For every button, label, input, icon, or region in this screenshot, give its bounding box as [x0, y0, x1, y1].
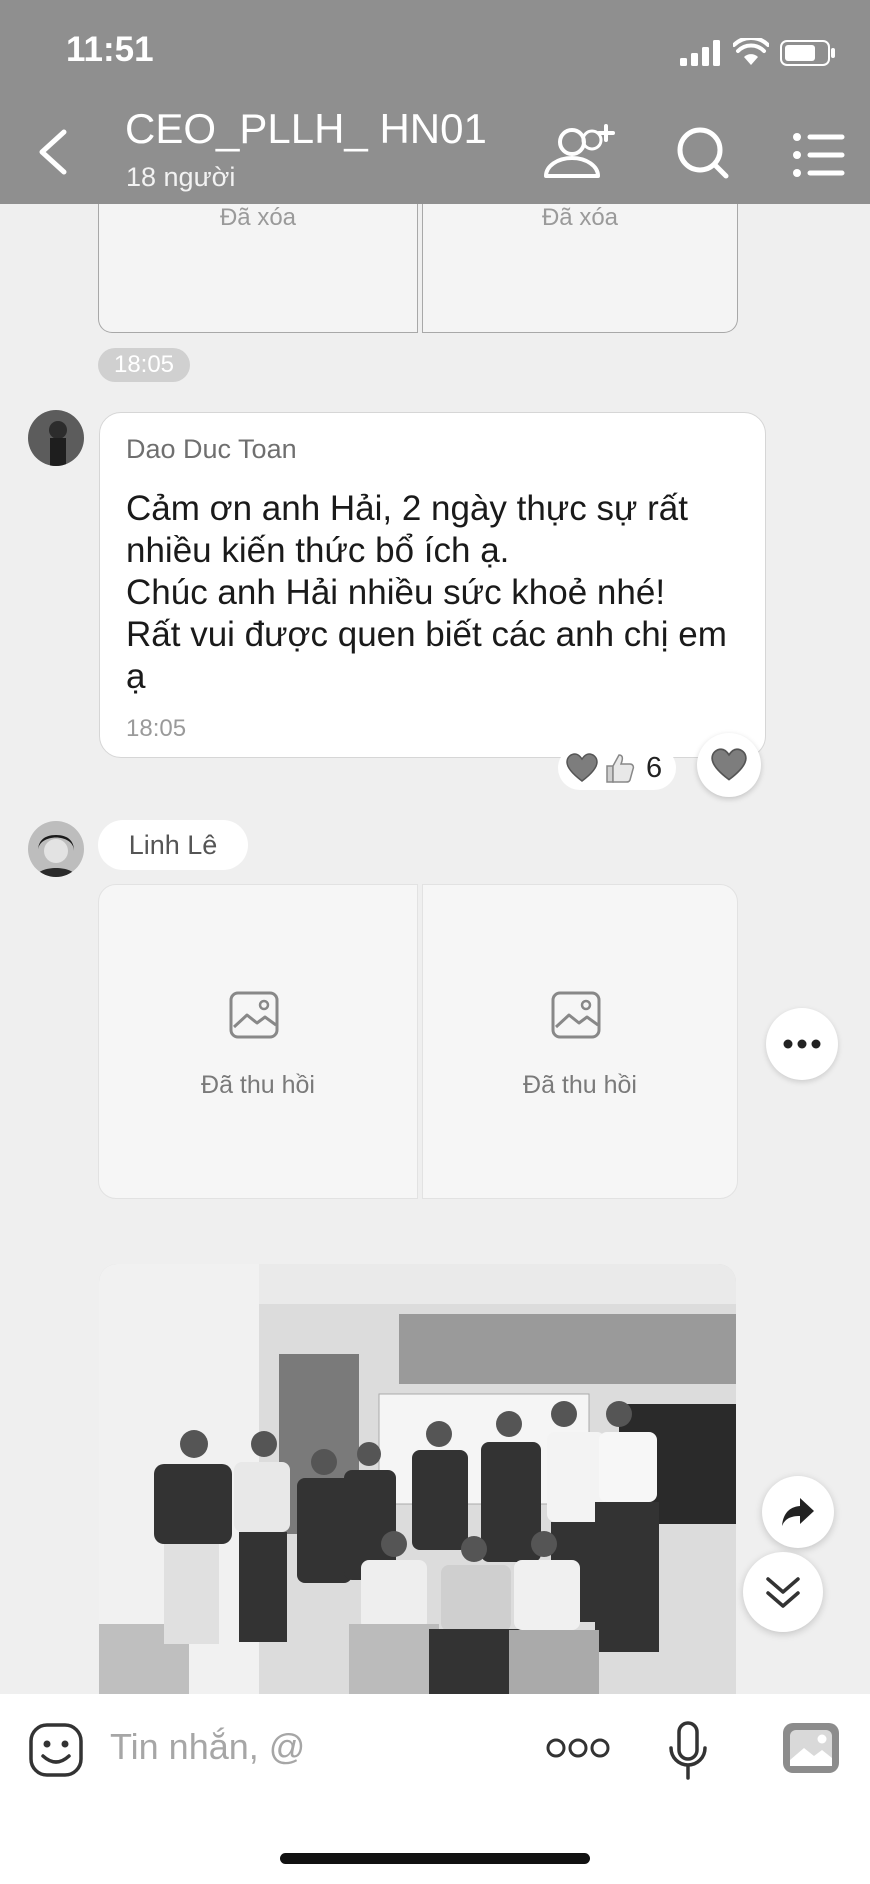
- heart-reaction-icon: [566, 753, 598, 782]
- sender-avatar[interactable]: [28, 410, 84, 466]
- wifi-icon: [733, 38, 769, 65]
- heart-icon: [711, 748, 747, 781]
- home-indicator: [280, 1853, 590, 1864]
- menu-button[interactable]: [780, 120, 860, 190]
- more-icon: [783, 1039, 821, 1049]
- sticker-button[interactable]: [28, 1722, 84, 1778]
- scroll-to-bottom-button[interactable]: [743, 1552, 823, 1632]
- time-separator: 18:05: [98, 348, 190, 382]
- more-tools-button[interactable]: [545, 1736, 611, 1760]
- recalled-label: Đã thu hồi: [523, 1071, 637, 1099]
- double-chevron-down-icon: [766, 1577, 800, 1608]
- member-count[interactable]: 18 người: [126, 162, 235, 193]
- battery-icon: [780, 40, 835, 66]
- like-reaction-icon: [606, 754, 635, 783]
- deleted-image: Đã xóa: [422, 204, 738, 333]
- deleted-image: Đã xóa: [98, 204, 418, 333]
- status-time: 11:51: [66, 30, 154, 69]
- back-button[interactable]: [28, 122, 78, 182]
- message-time: 18:05: [126, 715, 187, 742]
- recalled-image[interactable]: Đã thu hồi: [98, 884, 418, 1199]
- forward-button[interactable]: [762, 1476, 834, 1548]
- more-options-button[interactable]: [766, 1008, 838, 1080]
- group-photo[interactable]: [99, 1264, 736, 1694]
- reaction-count: 6: [646, 752, 663, 784]
- group-title[interactable]: CEO_PLLH_ HN01: [125, 105, 487, 153]
- sender-name: Linh Lê: [98, 820, 248, 870]
- group-photo-image: [99, 1264, 736, 1694]
- react-button[interactable]: [697, 733, 761, 797]
- sender-name: Dao Duc Toan: [126, 434, 297, 464]
- microphone-button[interactable]: [668, 1720, 708, 1782]
- add-member-button[interactable]: [540, 120, 620, 190]
- search-button[interactable]: [664, 120, 744, 190]
- image-placeholder-icon: [229, 991, 279, 1039]
- message-input[interactable]: Tin nhắn, @: [110, 1726, 305, 1768]
- deleted-image-label: Đã xóa: [541, 204, 619, 231]
- message-text: Cảm ơn anh Hải, 2 ngày thực sự rất nhiều…: [126, 489, 727, 696]
- deleted-image-label: Đã xóa: [219, 204, 297, 231]
- recalled-label: Đã thu hồi: [201, 1071, 315, 1099]
- recalled-image[interactable]: Đã thu hồi: [422, 884, 738, 1199]
- image-picker-button[interactable]: [782, 1722, 840, 1774]
- image-placeholder-icon: [551, 991, 601, 1039]
- signal-icon: [680, 40, 720, 66]
- sender-avatar[interactable]: [28, 821, 84, 877]
- forward-icon: [782, 1498, 814, 1526]
